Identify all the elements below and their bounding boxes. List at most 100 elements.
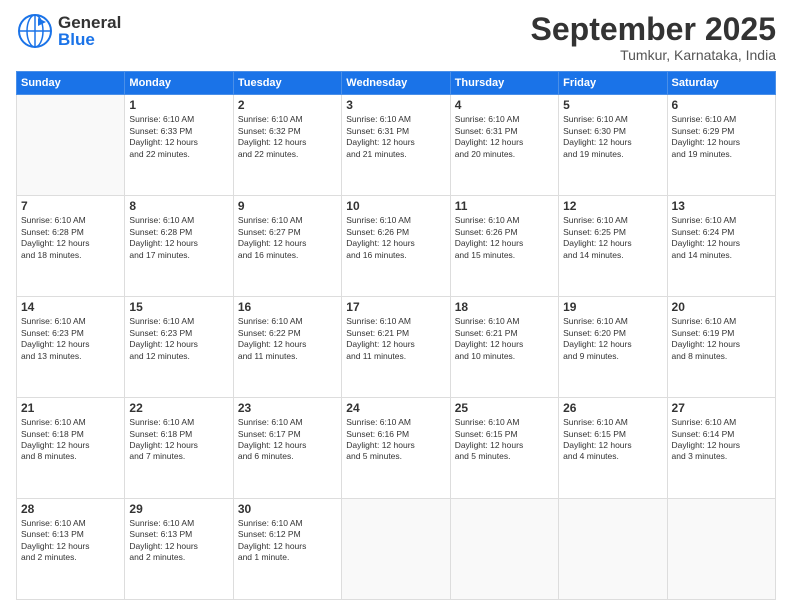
day-info: Sunrise: 6:10 AM Sunset: 6:25 PM Dayligh…	[563, 215, 662, 261]
logo: General Blue	[16, 12, 121, 50]
calendar-cell: 15Sunrise: 6:10 AM Sunset: 6:23 PM Dayli…	[125, 297, 233, 398]
day-number: 22	[129, 401, 228, 415]
day-number: 6	[672, 98, 771, 112]
calendar-cell: 2 Sunrise: 6:10 AM Sunset: 6:32 PM Daylig…	[233, 95, 341, 196]
day-number: 2	[238, 98, 337, 112]
day-number: 23	[238, 401, 337, 415]
day-info: Sunrise: 6:10 AM Sunset: 6:16 PM Dayligh…	[346, 417, 445, 463]
calendar-cell: 10 Sunrise: 6:10 AM Sunset: 6:26 PM Dayli…	[342, 196, 450, 297]
day-info: Sunrise: 6:10 AM Sunset: 6:13 PM Dayligh…	[21, 518, 120, 564]
day-number: 18	[455, 300, 554, 314]
calendar-header-row: Sunday Monday Tuesday Wednesday Thursday…	[17, 72, 776, 95]
day-number: 19	[563, 300, 662, 314]
calendar-cell: 1Sunrise: 6:10 AM Sunset: 6:33 PM Daylig…	[125, 95, 233, 196]
day-number: 12	[563, 199, 662, 213]
logo-blue-text: Blue	[58, 31, 121, 48]
day-info: Sunrise: 6:10 AM Sunset: 6:23 PM Dayligh…	[21, 316, 120, 362]
logo-general-text: General	[58, 14, 121, 31]
day-number: 17	[346, 300, 445, 314]
day-info: Sunrise: 6:10 AM Sunset: 6:28 PM Dayligh…	[129, 215, 228, 261]
day-number: 20	[672, 300, 771, 314]
col-tuesday: Tuesday	[233, 72, 341, 95]
day-info: Sunrise: 6:10 AM Sunset: 6:26 PM Dayligh…	[455, 215, 554, 261]
calendar-cell: 20 Sunrise: 6:10 AM Sunset: 6:19 PM Dayli…	[667, 297, 775, 398]
calendar-cell: 13Sunrise: 6:10 AM Sunset: 6:24 PM Dayli…	[667, 196, 775, 297]
calendar-body: 1Sunrise: 6:10 AM Sunset: 6:33 PM Daylig…	[17, 95, 776, 600]
calendar-cell	[450, 499, 558, 600]
calendar-cell: 18 Sunrise: 6:10 AM Sunset: 6:21 PM Dayli…	[450, 297, 558, 398]
day-info: Sunrise: 6:10 AM Sunset: 6:32 PM Dayligh…	[238, 114, 337, 160]
calendar-cell: 12 Sunrise: 6:10 AM Sunset: 6:25 PM Dayli…	[559, 196, 667, 297]
col-thursday: Thursday	[450, 72, 558, 95]
day-number: 25	[455, 401, 554, 415]
day-number: 24	[346, 401, 445, 415]
day-info: Sunrise: 6:10 AM Sunset: 6:15 PM Dayligh…	[455, 417, 554, 463]
day-info: Sunrise: 6:10 AM Sunset: 6:29 PM Dayligh…	[672, 114, 771, 160]
col-wednesday: Wednesday	[342, 72, 450, 95]
day-info: Sunrise: 6:10 AM Sunset: 6:30 PM Dayligh…	[563, 114, 662, 160]
col-friday: Friday	[559, 72, 667, 95]
page: General Blue September 2025 Tumkur, Karn…	[0, 0, 792, 612]
calendar-cell: 19 Sunrise: 6:10 AM Sunset: 6:20 PM Dayli…	[559, 297, 667, 398]
calendar-cell: 14Sunrise: 6:10 AM Sunset: 6:23 PM Dayli…	[17, 297, 125, 398]
calendar-cell	[17, 95, 125, 196]
col-sunday: Sunday	[17, 72, 125, 95]
logo-globe-icon	[16, 12, 54, 50]
day-number: 29	[129, 502, 228, 516]
day-info: Sunrise: 6:10 AM Sunset: 6:14 PM Dayligh…	[672, 417, 771, 463]
day-info: Sunrise: 6:10 AM Sunset: 6:17 PM Dayligh…	[238, 417, 337, 463]
day-info: Sunrise: 6:10 AM Sunset: 6:15 PM Dayligh…	[563, 417, 662, 463]
day-number: 15	[129, 300, 228, 314]
day-info: Sunrise: 6:10 AM Sunset: 6:22 PM Dayligh…	[238, 316, 337, 362]
calendar-week-5: 28 Sunrise: 6:10 AM Sunset: 6:13 PM Dayli…	[17, 499, 776, 600]
day-info: Sunrise: 6:10 AM Sunset: 6:21 PM Dayligh…	[346, 316, 445, 362]
calendar-cell	[342, 499, 450, 600]
day-number: 13	[672, 199, 771, 213]
day-number: 16	[238, 300, 337, 314]
calendar-cell: 21Sunrise: 6:10 AM Sunset: 6:18 PM Dayli…	[17, 398, 125, 499]
day-info: Sunrise: 6:10 AM Sunset: 6:26 PM Dayligh…	[346, 215, 445, 261]
calendar-week-3: 14Sunrise: 6:10 AM Sunset: 6:23 PM Dayli…	[17, 297, 776, 398]
day-number: 1	[129, 98, 228, 112]
calendar-cell: 25 Sunrise: 6:10 AM Sunset: 6:15 PM Dayli…	[450, 398, 558, 499]
day-number: 30	[238, 502, 337, 516]
calendar-cell: 22 Sunrise: 6:10 AM Sunset: 6:18 PM Dayli…	[125, 398, 233, 499]
day-info: Sunrise: 6:10 AM Sunset: 6:19 PM Dayligh…	[672, 316, 771, 362]
calendar-cell: 26 Sunrise: 6:10 AM Sunset: 6:15 PM Dayli…	[559, 398, 667, 499]
calendar-cell: 4Sunrise: 6:10 AM Sunset: 6:31 PM Daylig…	[450, 95, 558, 196]
calendar-cell: 17 Sunrise: 6:10 AM Sunset: 6:21 PM Dayli…	[342, 297, 450, 398]
day-info: Sunrise: 6:10 AM Sunset: 6:20 PM Dayligh…	[563, 316, 662, 362]
title-block: September 2025 Tumkur, Karnataka, India	[531, 12, 776, 63]
day-info: Sunrise: 6:10 AM Sunset: 6:13 PM Dayligh…	[129, 518, 228, 564]
day-number: 5	[563, 98, 662, 112]
day-info: Sunrise: 6:10 AM Sunset: 6:12 PM Dayligh…	[238, 518, 337, 564]
calendar-cell: 11 Sunrise: 6:10 AM Sunset: 6:26 PM Dayli…	[450, 196, 558, 297]
day-info: Sunrise: 6:10 AM Sunset: 6:21 PM Dayligh…	[455, 316, 554, 362]
calendar-cell: 27 Sunrise: 6:10 AM Sunset: 6:14 PM Dayli…	[667, 398, 775, 499]
day-number: 28	[21, 502, 120, 516]
calendar-cell: 9Sunrise: 6:10 AM Sunset: 6:27 PM Daylig…	[233, 196, 341, 297]
day-number: 27	[672, 401, 771, 415]
calendar-cell: 16 Sunrise: 6:10 AM Sunset: 6:22 PM Dayli…	[233, 297, 341, 398]
day-number: 9	[238, 199, 337, 213]
day-number: 11	[455, 199, 554, 213]
day-number: 7	[21, 199, 120, 213]
calendar-week-4: 21 Sunrise: 6:10 AM Sunset: 6:18 PM Dayli…	[17, 398, 776, 499]
calendar-cell: 24 Sunrise: 6:10 AM Sunset: 6:16 PM Dayli…	[342, 398, 450, 499]
calendar-cell: 30 Sunrise: 6:10 AM Sunset: 6:12 PM Dayli…	[233, 499, 341, 600]
header: General Blue September 2025 Tumkur, Karn…	[16, 12, 776, 63]
calendar-cell: 29 Sunrise: 6:10 AM Sunset: 6:13 PM Dayli…	[125, 499, 233, 600]
col-saturday: Saturday	[667, 72, 775, 95]
calendar-cell: 6 Sunrise: 6:10 AM Sunset: 6:29 PM Daylig…	[667, 95, 775, 196]
day-info: Sunrise: 6:10 AM Sunset: 6:18 PM Dayligh…	[129, 417, 228, 463]
month-title: September 2025	[531, 12, 776, 47]
calendar-cell: 28 Sunrise: 6:10 AM Sunset: 6:13 PM Dayli…	[17, 499, 125, 600]
day-number: 10	[346, 199, 445, 213]
day-number: 21	[21, 401, 120, 415]
day-info: Sunrise: 6:10 AM Sunset: 6:31 PM Dayligh…	[346, 114, 445, 160]
day-number: 26	[563, 401, 662, 415]
calendar-cell	[667, 499, 775, 600]
calendar-week-1: 1Sunrise: 6:10 AM Sunset: 6:33 PM Daylig…	[17, 95, 776, 196]
calendar-cell: 5 Sunrise: 6:10 AM Sunset: 6:30 PM Daylig…	[559, 95, 667, 196]
day-info: Sunrise: 6:10 AM Sunset: 6:31 PM Dayligh…	[455, 114, 554, 160]
